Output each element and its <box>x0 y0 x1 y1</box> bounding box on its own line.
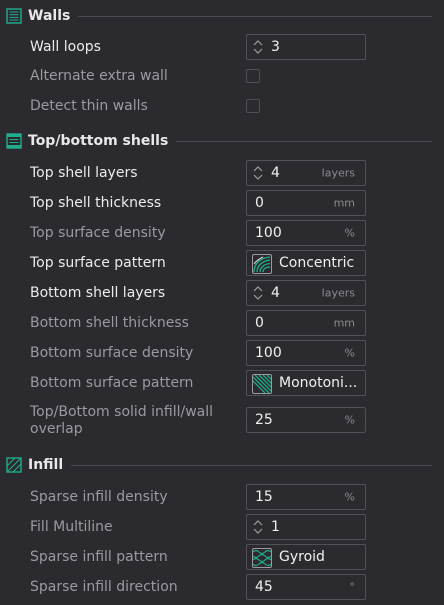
fill-multiline-input[interactable]: 1 <box>246 514 366 540</box>
section-title-walls: Walls <box>28 8 71 24</box>
sparse-infill-density-value: 15 <box>255 489 273 505</box>
sparse-infill-pattern-select[interactable]: Gyroid <box>246 544 366 570</box>
fill-multiline-value: 1 <box>271 519 280 535</box>
setting-row-bottom-surface-density: Bottom surface density 100 % <box>0 340 444 366</box>
solid-infill-overlap-label-line2: overlap <box>30 421 83 437</box>
solid-infill-overlap-label-line1: Top/Bottom solid infill/wall <box>30 404 214 420</box>
setting-row-solid-infill-overlap: Top/Bottom solid infill/wall overlap 25 … <box>0 402 444 440</box>
solid-infill-overlap-input[interactable]: 25 % <box>246 407 366 433</box>
infill-icon <box>6 457 22 473</box>
section-title-infill: Infill <box>28 457 64 473</box>
wall-loops-value: 3 <box>271 39 280 55</box>
setting-row-fill-multiline: Fill Multiline 1 <box>0 514 444 540</box>
bottom-shell-layers-unit: layers <box>321 286 355 300</box>
bottom-surface-density-input[interactable]: 100 % <box>246 340 366 366</box>
section-divider <box>176 140 432 142</box>
setting-row-bottom-surface-pattern: Bottom surface pattern Monotoni... <box>0 370 444 396</box>
spinner-arrows-icon[interactable] <box>252 38 264 56</box>
bottom-shell-thickness-label: Bottom shell thickness <box>30 315 189 331</box>
concentric-pattern-icon <box>252 254 272 274</box>
wall-loops-input[interactable]: 3 <box>246 34 366 60</box>
bottom-shell-thickness-value: 0 <box>255 315 264 331</box>
setting-row-top-shell-layers: Top shell layers 4 layers <box>0 160 444 186</box>
top-shell-thickness-label: Top shell thickness <box>30 195 162 211</box>
bottom-shell-thickness-input[interactable]: 0 mm <box>246 310 366 336</box>
top-surface-pattern-label: Top surface pattern <box>30 255 166 271</box>
top-shell-thickness-value: 0 <box>255 195 264 211</box>
setting-row-sparse-infill-pattern: Sparse infill pattern Gyroid <box>0 544 444 570</box>
detect-thin-walls-checkbox[interactable] <box>246 99 260 113</box>
setting-row-sparse-infill-density: Sparse infill density 15 % <box>0 484 444 510</box>
top-surface-pattern-select[interactable]: Concentric <box>246 250 366 276</box>
monotonic-pattern-icon <box>252 374 272 394</box>
sparse-infill-pattern-label: Sparse infill pattern <box>30 549 168 565</box>
bottom-surface-pattern-select[interactable]: Monotoni... <box>246 370 366 396</box>
gyroid-pattern-icon <box>252 548 272 568</box>
top-shell-thickness-unit: mm <box>333 196 355 210</box>
fill-multiline-label: Fill Multiline <box>30 519 113 535</box>
spinner-arrows-icon[interactable] <box>252 284 264 302</box>
bottom-shell-thickness-unit: mm <box>333 316 355 330</box>
top-shell-layers-input[interactable]: 4 layers <box>246 160 366 186</box>
setting-row-sparse-infill-direction: Sparse infill direction 45 ° <box>0 574 444 600</box>
alternate-extra-wall-label: Alternate extra wall <box>30 68 168 84</box>
top-shell-thickness-input[interactable]: 0 mm <box>246 190 366 216</box>
spinner-arrows-icon[interactable] <box>252 164 264 182</box>
setting-row-top-surface-density: Top surface density 100 % <box>0 220 444 246</box>
sparse-infill-direction-value: 45 <box>255 579 273 595</box>
section-header-infill: Infill <box>6 455 438 475</box>
setting-row-top-surface-pattern: Top surface pattern Concentric <box>0 250 444 276</box>
sparse-infill-pattern-value: Gyroid <box>279 549 325 565</box>
sparse-infill-direction-label: Sparse infill direction <box>30 579 178 595</box>
detect-thin-walls-label: Detect thin walls <box>30 98 148 114</box>
section-divider <box>78 15 432 17</box>
section-title-shells: Top/bottom shells <box>28 133 169 149</box>
setting-row-bottom-shell-layers: Bottom shell layers 4 layers <box>0 280 444 306</box>
wall-loops-label: Wall loops <box>30 39 101 55</box>
solid-infill-overlap-value: 25 <box>255 412 273 428</box>
sparse-infill-density-input[interactable]: 15 % <box>246 484 366 510</box>
top-surface-density-value: 100 <box>255 225 282 241</box>
sparse-infill-density-unit: % <box>344 490 355 504</box>
shells-icon <box>6 133 22 149</box>
top-shell-layers-value: 4 <box>271 165 280 181</box>
spinner-arrows-icon[interactable] <box>252 518 264 536</box>
section-header-walls: Walls <box>6 6 438 26</box>
setting-row-detect-thin-walls: Detect thin walls <box>0 93 444 119</box>
top-surface-density-label: Top surface density <box>30 225 166 241</box>
setting-row-bottom-shell-thickness: Bottom shell thickness 0 mm <box>0 310 444 336</box>
bottom-shell-layers-value: 4 <box>271 285 280 301</box>
bottom-shell-layers-label: Bottom shell layers <box>30 285 166 301</box>
top-surface-pattern-value: Concentric <box>279 255 355 271</box>
solid-infill-overlap-unit: % <box>344 413 355 427</box>
section-header-shells: Top/bottom shells <box>6 131 438 151</box>
setting-row-wall-loops: Wall loops 3 <box>0 34 444 60</box>
bottom-shell-layers-input[interactable]: 4 layers <box>246 280 366 306</box>
sparse-infill-direction-input[interactable]: 45 ° <box>246 574 366 600</box>
solid-infill-overlap-label: Top/Bottom solid infill/wall overlap <box>30 404 213 438</box>
bottom-surface-pattern-value: Monotoni... <box>279 375 358 391</box>
sparse-infill-direction-unit: ° <box>349 580 356 594</box>
section-divider <box>71 464 432 466</box>
walls-icon <box>6 8 22 24</box>
bottom-surface-density-label: Bottom surface density <box>30 345 194 361</box>
top-shell-layers-unit: layers <box>321 166 355 180</box>
bottom-surface-pattern-label: Bottom surface pattern <box>30 375 194 391</box>
bottom-surface-density-unit: % <box>344 346 355 360</box>
sparse-infill-density-label: Sparse infill density <box>30 489 168 505</box>
top-shell-layers-label: Top shell layers <box>30 165 138 181</box>
setting-row-top-shell-thickness: Top shell thickness 0 mm <box>0 190 444 216</box>
alternate-extra-wall-checkbox[interactable] <box>246 69 260 83</box>
top-surface-density-input[interactable]: 100 % <box>246 220 366 246</box>
setting-row-alternate-extra-wall: Alternate extra wall <box>0 63 444 89</box>
bottom-surface-density-value: 100 <box>255 345 282 361</box>
top-surface-density-unit: % <box>344 226 355 240</box>
